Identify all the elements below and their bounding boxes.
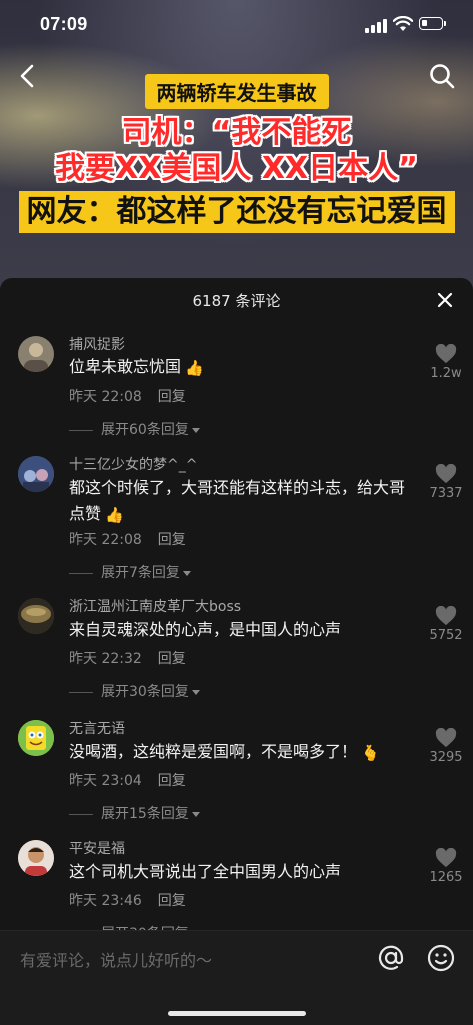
comment-time: 昨天 22:08 [69, 389, 142, 405]
expand-replies-button[interactable]: 展开30条回复 [69, 681, 200, 701]
like-count: 5752 [429, 628, 463, 643]
thumbs-up-emoji-icon: 👍 [105, 505, 124, 524]
avatar[interactable] [18, 720, 54, 756]
battery-fill [422, 20, 427, 26]
like-count: 3295 [429, 750, 463, 765]
comment-text: 没喝酒，这纯粹是爱国啊，不是喝多了！ 🫰 [69, 739, 414, 766]
comment-time: 昨天 22:32 [69, 651, 142, 667]
reply-button[interactable]: 回复 [158, 389, 186, 405]
comment-meta: 昨天 22:08 回复 [69, 386, 186, 406]
headline-line-2: 我要XX美国人 XX日本人” [55, 151, 418, 186]
like-count: 7337 [429, 486, 463, 501]
expand-divider [69, 429, 93, 431]
comments-panel: 6187 条评论 捕风捉影 位卑未敢忘忧国 👍 昨天 22:08 回复 展开60条回… [0, 278, 473, 1024]
caret-down-icon [191, 427, 200, 433]
reply-button[interactable]: 回复 [158, 532, 186, 548]
heart-icon [435, 848, 457, 868]
comment-item: 浙江温州江南皮革厂大boss 来自灵魂深处的心声，是中国人的心声 昨天 22:3… [0, 596, 473, 706]
like-button[interactable]: 3295 [426, 728, 466, 765]
reply-button[interactable]: 回复 [158, 773, 186, 789]
expand-replies-button[interactable]: 展开15条回复 [69, 803, 200, 823]
headline-banner: 网友：都这样了还没有忘记爱国 [18, 191, 455, 233]
expand-divider [69, 572, 93, 574]
like-button[interactable]: 1.2w [426, 344, 466, 381]
expand-replies-label: 展开60条回复 [101, 422, 189, 438]
comment-username[interactable]: 十三亿少女的梦^_^ [69, 454, 197, 474]
comment-text-body: 来自灵魂深处的心声，是中国人的心声 [69, 620, 342, 639]
home-indicator [168, 1011, 306, 1016]
comment-input[interactable] [18, 945, 362, 975]
close-icon[interactable] [436, 291, 454, 309]
comment-meta: 昨天 22:08 回复 [69, 529, 186, 549]
avatar[interactable] [18, 336, 54, 372]
caret-down-icon [182, 570, 191, 576]
comment-text: 这个司机大哥说出了全中国男人的心声 [69, 859, 414, 885]
avatar[interactable] [18, 456, 54, 492]
comment-text-body: 没喝酒，这纯粹是爱国啊，不是喝多了！ [69, 742, 358, 761]
heart-icon [435, 344, 457, 364]
comment-text: 都这个时候了，大哥还能有这样的斗志，给大哥点赞 👍 [69, 475, 414, 528]
reply-button[interactable]: 回复 [158, 651, 186, 667]
comment-username[interactable]: 捕风捉影 [69, 334, 125, 354]
comment-text: 来自灵魂深处的心声，是中国人的心声 [69, 617, 414, 643]
comment-time: 昨天 23:04 [69, 773, 142, 789]
wifi-icon [393, 16, 413, 31]
expand-replies-label: 展开30条回复 [101, 684, 189, 700]
heart-icon [435, 606, 457, 626]
finger-heart-emoji-icon: 🫰 [361, 743, 380, 762]
comment-time: 昨天 22:08 [69, 532, 142, 548]
like-count: 1.2w [430, 366, 462, 381]
comment-text-body: 位卑未敢忘忧国 [69, 357, 182, 376]
comment-meta: 昨天 23:46 回复 [69, 890, 186, 910]
status-bar: 07:09 [0, 0, 473, 50]
comment-item: 十三亿少女的梦^_^ 都这个时候了，大哥还能有这样的斗志，给大哥点赞 👍 昨天 2… [0, 454, 473, 584]
comment-username[interactable]: 无言无语 [69, 718, 125, 738]
battery-icon [419, 17, 446, 30]
like-button[interactable]: 1265 [426, 848, 466, 885]
at-icon[interactable] [376, 943, 406, 973]
video-headline: 两辆轿车发生事故 司机：“我不能死 我要XX美国人 XX日本人” 网友：都这样了… [0, 74, 473, 233]
cellular-signal-icon [365, 19, 387, 33]
comment-item: 捕风捉影 位卑未敢忘忧国 👍 昨天 22:08 回复 展开60条回复 1.2w [0, 334, 473, 444]
comments-count-title: 6187 条评论 [192, 292, 281, 310]
comment-text: 位卑未敢忘忧国 👍 [69, 354, 414, 381]
heart-icon [435, 464, 457, 484]
reply-button[interactable]: 回复 [158, 893, 186, 909]
expand-replies-button[interactable]: 展开7条回复 [69, 562, 191, 582]
comments-header: 6187 条评论 [0, 278, 473, 322]
expand-divider [69, 813, 93, 815]
comment-username[interactable]: 平安是福 [69, 838, 125, 858]
expand-replies-label: 展开15条回复 [101, 806, 189, 822]
headline-tag: 两辆轿车发生事故 [144, 74, 329, 109]
avatar[interactable] [18, 840, 54, 876]
comment-time: 昨天 23:46 [69, 893, 142, 909]
comment-meta: 昨天 22:32 回复 [69, 648, 186, 668]
caret-down-icon [191, 811, 200, 817]
caret-down-icon [191, 689, 200, 695]
smiley-icon[interactable] [426, 943, 456, 973]
like-count: 1265 [429, 870, 463, 885]
comment-text-body: 这个司机大哥说出了全中国男人的心声 [69, 862, 342, 881]
comment-username[interactable]: 浙江温州江南皮革厂大boss [69, 596, 241, 616]
thumbs-up-emoji-icon: 👍 [185, 358, 204, 377]
comment-item: 无言无语 没喝酒，这纯粹是爱国啊，不是喝多了！ 🫰 昨天 23:04 回复 展开15… [0, 718, 473, 828]
status-time: 07:09 [40, 14, 88, 34]
headline-line-1: 司机：“我不能死 [121, 115, 352, 150]
expand-divider [69, 691, 93, 693]
heart-icon [435, 728, 457, 748]
expand-replies-button[interactable]: 展开60条回复 [69, 419, 200, 439]
comment-input-bar [0, 930, 473, 1025]
comment-meta: 昨天 23:04 回复 [69, 770, 186, 790]
like-button[interactable]: 7337 [426, 464, 466, 501]
avatar[interactable] [18, 598, 54, 634]
like-button[interactable]: 5752 [426, 606, 466, 643]
expand-replies-label: 展开7条回复 [101, 565, 180, 581]
